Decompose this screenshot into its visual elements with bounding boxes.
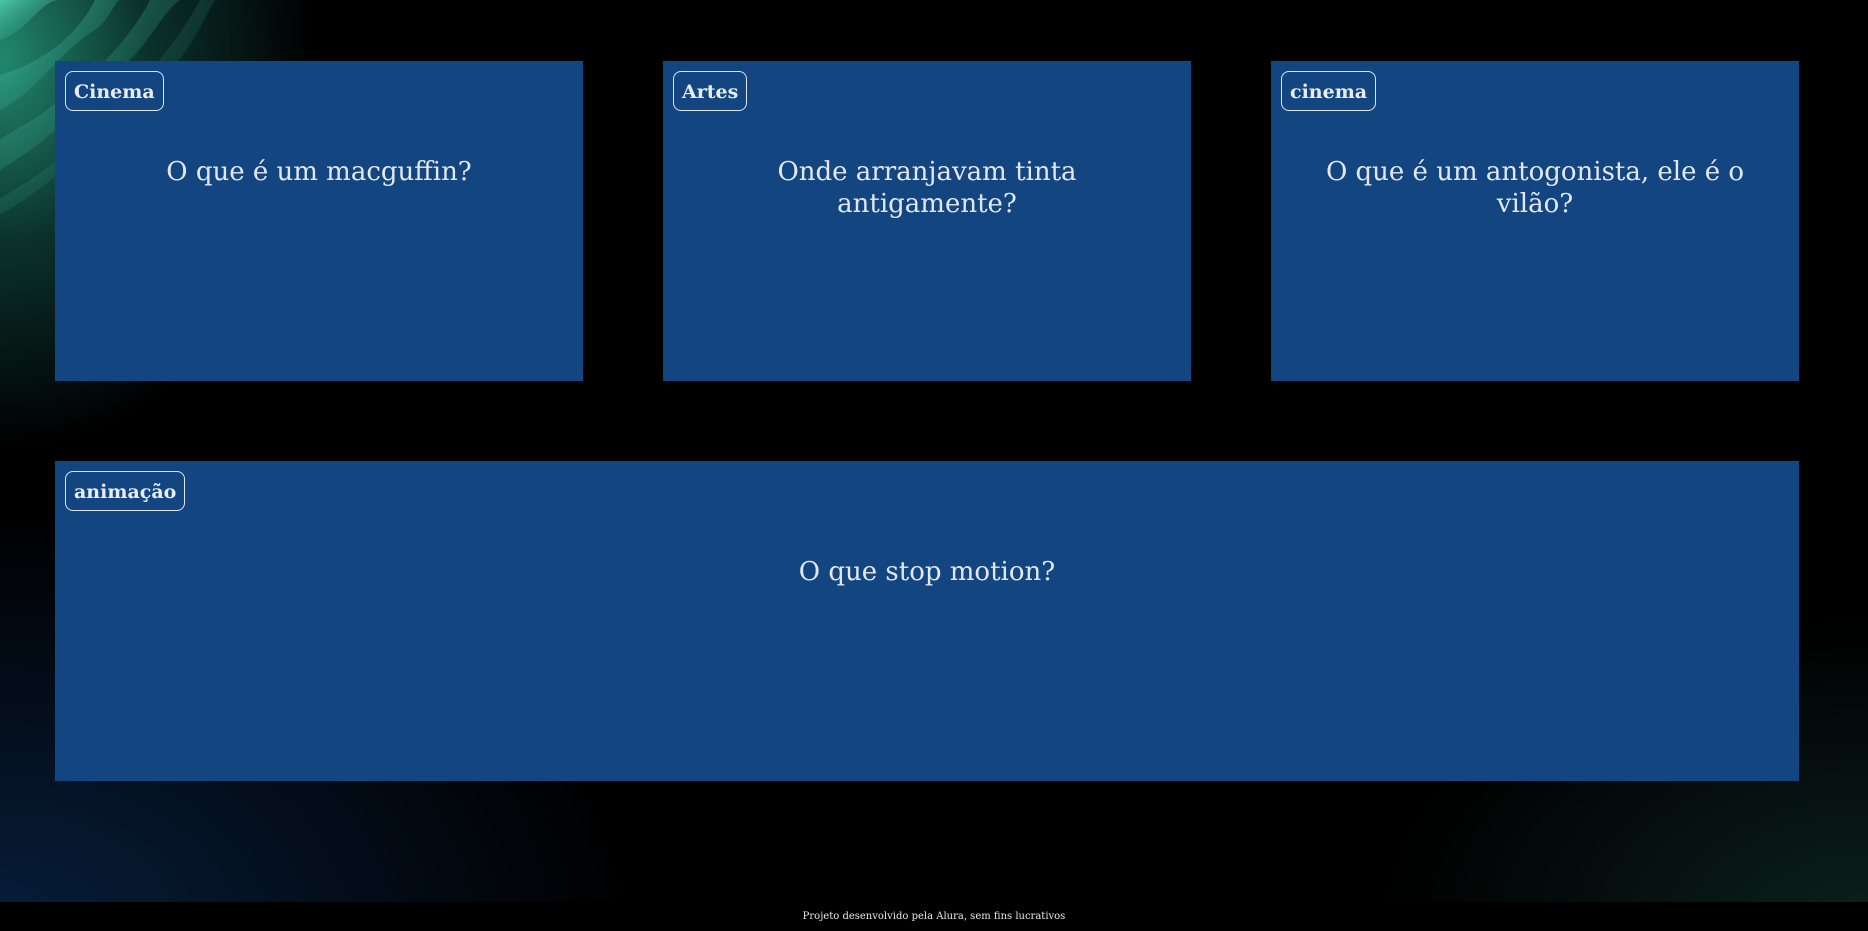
category-tag: animação	[65, 471, 186, 511]
category-tag: cinema	[1281, 71, 1377, 111]
flashcard[interactable]: Artes Onde arranjavam tinta antigamente?	[663, 61, 1191, 381]
question-text: O que stop motion?	[798, 557, 1056, 587]
question-text: Onde arranjavam tinta antigamente?	[777, 157, 1077, 219]
flashcard[interactable]: Cinema O que é um macguffin?	[55, 61, 583, 381]
question-text: O que é um macguffin?	[166, 157, 472, 187]
question-text: O que é um antogonista, ele é o vilão?	[1325, 157, 1745, 219]
page: Cinema O que é um macguffin? Artes Onde …	[0, 0, 1868, 931]
category-tag: Artes	[673, 71, 748, 111]
flashcard[interactable]: cinema O que é um antogonista, ele é o v…	[1271, 61, 1799, 381]
footer: Projeto desenvolvido pela Alura, sem fin…	[0, 902, 1868, 931]
footer-text: Projeto desenvolvido pela Alura, sem fin…	[802, 911, 1066, 922]
category-tag: Cinema	[65, 71, 164, 111]
flashcard[interactable]: animação O que stop motion?	[55, 461, 1799, 781]
